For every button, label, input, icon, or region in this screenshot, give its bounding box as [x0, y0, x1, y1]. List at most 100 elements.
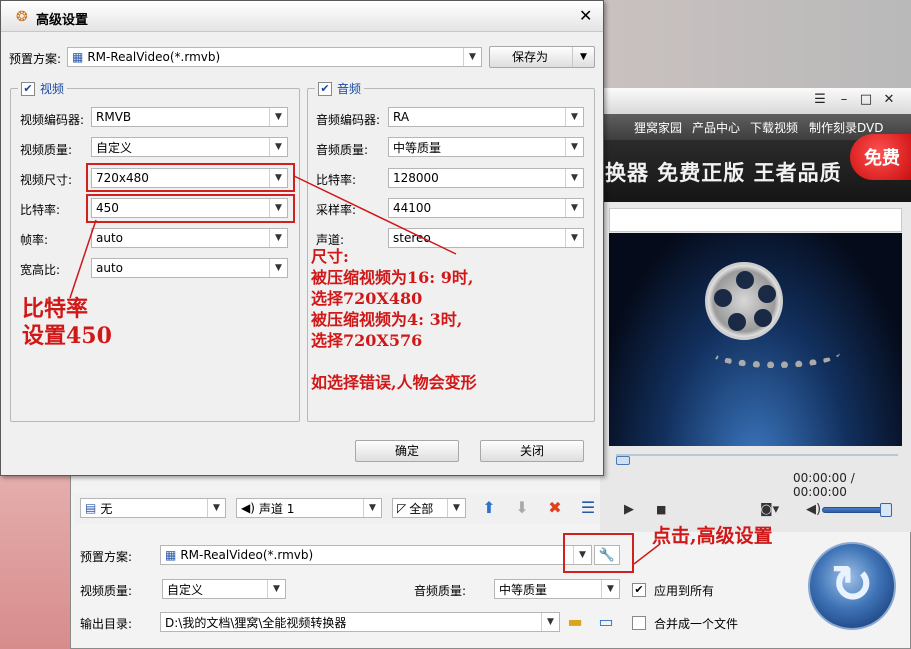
menu-icon[interactable]: ☰	[812, 92, 828, 108]
ok-button[interactable]: 确定	[355, 440, 459, 462]
clear-list-icon[interactable]: ☰	[578, 498, 598, 518]
save-as-label: 保存为	[512, 50, 549, 64]
chevron-down-icon: ▼	[447, 499, 465, 517]
merge-checkbox[interactable]	[632, 616, 646, 630]
film-reel-icon	[705, 262, 783, 340]
dlg-video-quality-label: 视频质量:	[20, 143, 73, 157]
dialog-title-bar	[1, 1, 603, 32]
convert-icon: ↻	[830, 555, 874, 615]
dialog-title: 高级设置	[36, 13, 89, 28]
time-display: 00:00:00 / 00:00:00	[793, 471, 855, 499]
dialog-close-icon[interactable]: ✕	[579, 6, 592, 25]
seek-handle[interactable]	[616, 456, 630, 465]
size-note-line: 被压缩视频为4: 3时,	[311, 310, 463, 329]
folder-icon[interactable]: ▬	[565, 612, 585, 632]
size-note-line: 尺寸:	[311, 247, 349, 266]
advanced-button-highlight	[563, 533, 634, 573]
subtitle-select[interactable]: ▤ 无 ▼	[80, 498, 226, 518]
play-icon[interactable]: ▶	[624, 502, 634, 518]
audio-group-header: ✔ 音频	[315, 80, 365, 97]
checkmark-icon: ✔	[320, 81, 330, 95]
close-button[interactable]: 关闭	[480, 440, 584, 462]
video-encoder-select[interactable]: RMVB ▼	[91, 107, 288, 127]
size-note-line: 选择720X576	[311, 331, 423, 350]
audio-enable-checkbox[interactable]: ✔	[318, 81, 332, 96]
chevron-down-icon: ▼	[572, 47, 594, 67]
apply-all-label: 应用到所有	[654, 584, 715, 598]
bitrate-note-line: 设置450	[22, 323, 112, 349]
dialog-preset-select[interactable]: ▦ RM-RealVideo(*.rmvb) ▼	[67, 47, 482, 67]
range-select[interactable]: ◸ 全部 ▼	[392, 498, 466, 518]
audio-encoder-value: RA	[393, 110, 410, 124]
video-quality-select[interactable]: 自定义 ▼	[162, 579, 286, 599]
move-down-icon[interactable]: ⬇	[512, 498, 532, 518]
rm-format-icon: ▦	[165, 548, 177, 562]
preset-select[interactable]: ▦ RM-RealVideo(*.rmvb) ▼	[160, 545, 592, 565]
video-quality-label: 视频质量:	[80, 584, 133, 598]
bitrate-note-arrow	[69, 219, 97, 299]
chevron-down-icon: ▼	[565, 169, 583, 187]
preview-header	[609, 208, 902, 232]
aspect-ratio-select[interactable]: auto ▼	[91, 258, 288, 278]
app-logo-icon: ❂	[16, 9, 28, 25]
advanced-note: 点击,高级设置	[652, 525, 773, 547]
crop-icon: ◸	[397, 501, 407, 515]
seek-bar[interactable]	[616, 454, 898, 464]
video-group-header: ✔ 视频	[18, 80, 68, 97]
move-up-icon[interactable]: ⬆	[479, 498, 499, 518]
open-folder-icon[interactable]: ▭	[596, 612, 616, 632]
volume-icon[interactable]: ◀)	[806, 502, 821, 518]
stop-icon[interactable]: ■	[656, 502, 666, 518]
frame-rate-label: 帧率:	[20, 233, 49, 247]
film-strip-icon	[710, 338, 840, 368]
nav-link-products[interactable]: 产品中心	[692, 119, 740, 136]
size-note-line: 如选择错误,人物会变形	[311, 373, 477, 392]
audio-track-value: 声道 1	[258, 501, 295, 516]
minimize-icon[interactable]: –	[836, 92, 852, 108]
audio-encoder-label: 音频编码器:	[316, 113, 381, 127]
size-note-line: 选择720X480	[311, 289, 423, 308]
range-value: 全部	[409, 501, 434, 516]
audio-quality-value: 中等质量	[499, 582, 548, 597]
dlg-audio-quality-label: 音频质量:	[316, 143, 369, 157]
checkmark-icon: ✔	[634, 583, 644, 596]
chevron-down-icon: ▼	[363, 499, 381, 517]
nav-link-download[interactable]: 下载视频	[750, 119, 798, 136]
chevron-down-icon: ▼	[565, 199, 583, 217]
size-note: 尺寸: 被压缩视频为16: 9时, 选择720X480 被压缩视频为4: 3时,…	[311, 246, 477, 393]
chevron-down-icon: ▼	[565, 138, 583, 156]
snapshot-icon[interactable]: ◙▾	[760, 502, 779, 518]
audio-encoder-select[interactable]: RA ▼	[388, 107, 584, 127]
output-label: 输出目录:	[80, 617, 133, 631]
chevron-down-icon: ▼	[269, 229, 287, 247]
output-path-value: D:\我的文档\狸窝\全能视频转换器	[165, 615, 347, 630]
dialog-preset-label: 预置方案:	[9, 52, 62, 66]
convert-button[interactable]: ↻	[808, 542, 896, 630]
video-size-label: 视频尺寸:	[20, 173, 73, 187]
delete-icon[interactable]: ✖	[545, 498, 565, 518]
video-quality-value: 自定义	[167, 582, 204, 597]
maximize-icon[interactable]: □	[858, 92, 874, 108]
dlg-audio-quality-select[interactable]: 中等质量 ▼	[388, 137, 584, 157]
audio-quality-select[interactable]: 中等质量 ▼	[494, 579, 620, 599]
chevron-down-icon: ▼	[267, 580, 285, 598]
nav-link-home[interactable]: 狸窝家园	[634, 119, 682, 136]
preset-label: 预置方案:	[80, 550, 133, 564]
checkmark-icon: ✔	[23, 81, 33, 95]
aspect-ratio-label: 宽高比:	[20, 263, 61, 277]
video-enable-checkbox[interactable]: ✔	[21, 81, 35, 96]
chevron-down-icon: ▼	[207, 499, 225, 517]
apply-all-checkbox[interactable]: ✔	[632, 583, 646, 597]
audio-track-select[interactable]: ◀) 声道 1 ▼	[236, 498, 382, 518]
banner-text: 换器 免费正版 王者品质	[605, 160, 842, 185]
speaker-icon: ◀)	[241, 501, 255, 515]
save-as-button[interactable]: 保存为 ▼	[489, 46, 595, 68]
output-path-select[interactable]: D:\我的文档\狸窝\全能视频转换器 ▼	[160, 612, 560, 632]
advanced-note-arrow	[633, 543, 661, 565]
frame-rate-select[interactable]: auto ▼	[91, 228, 288, 248]
chevron-down-icon: ▼	[541, 613, 559, 631]
volume-handle[interactable]	[880, 503, 892, 517]
dlg-video-quality-select[interactable]: 自定义 ▼	[91, 137, 288, 157]
size-note-line	[311, 351, 477, 372]
close-icon[interactable]: ✕	[881, 92, 897, 108]
